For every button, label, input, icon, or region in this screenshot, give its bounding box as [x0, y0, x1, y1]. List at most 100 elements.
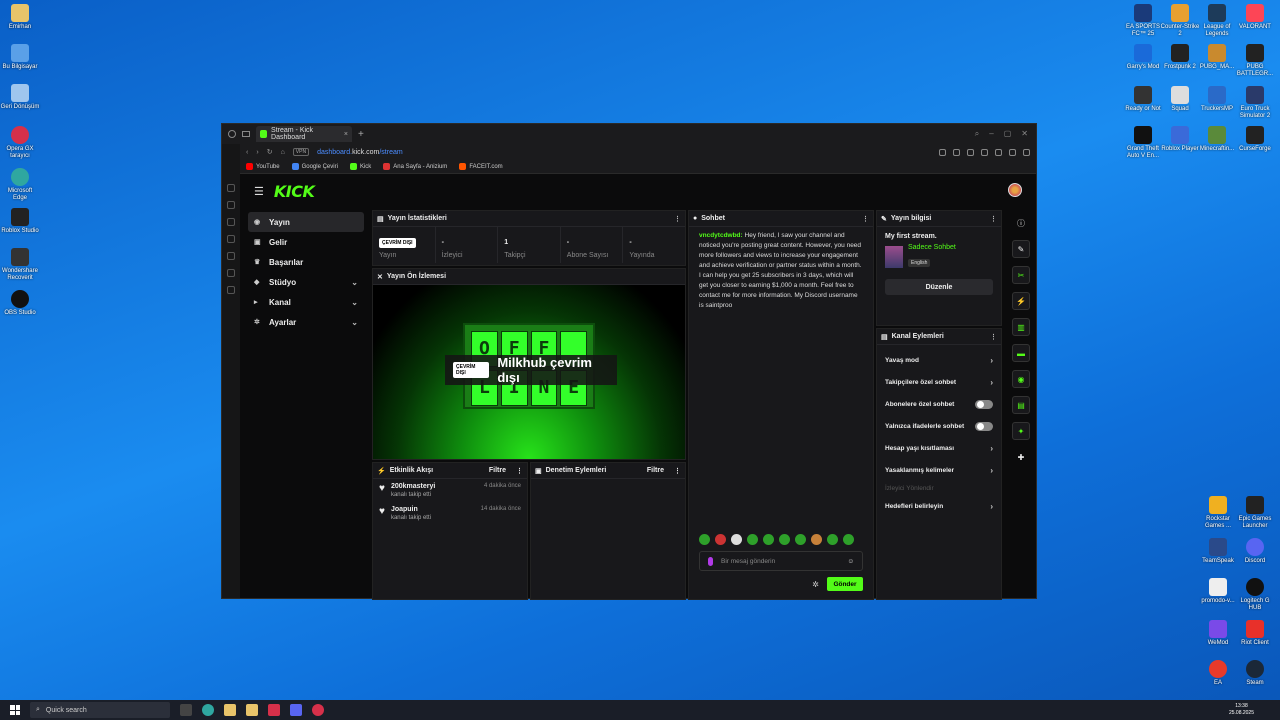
opera-gx-icon[interactable] — [268, 704, 280, 716]
desktop-icon[interactable]: Emirhan — [0, 4, 40, 31]
desktop-icon[interactable]: TeamSpeak — [1198, 538, 1238, 565]
avatar[interactable] — [1008, 183, 1022, 197]
emote-icon[interactable] — [747, 534, 758, 545]
desktop-icon[interactable]: Squad — [1160, 86, 1200, 113]
emote-icon[interactable] — [779, 534, 790, 545]
new-tab-icon[interactable]: + — [358, 129, 364, 140]
desktop-icon[interactable]: EA — [1198, 660, 1238, 687]
desktop-icon[interactable]: PUBG BATTLEGR... — [1235, 44, 1275, 78]
desktop-icon[interactable]: Bu Bilgisayar — [0, 44, 40, 71]
folder-icon[interactable] — [246, 704, 258, 716]
action-followers-only[interactable]: Takipçilere özel sohbet › — [877, 371, 1001, 393]
search-icon[interactable]: ⌕ — [975, 129, 979, 139]
search-input[interactable]: ⌕ Quick search — [30, 702, 170, 718]
pin-icon[interactable] — [939, 148, 946, 156]
discord-icon[interactable] — [290, 704, 302, 716]
action-subscribers-only[interactable]: Abonelere özel sohbet — [877, 393, 1001, 415]
back-icon[interactable]: ‹ — [246, 149, 248, 156]
wrench-icon[interactable]: ✦ — [1012, 422, 1030, 440]
tab-close-icon[interactable]: × — [344, 131, 348, 138]
pencil-icon[interactable]: ✎ — [1012, 240, 1030, 258]
toggle-switch[interactable] — [975, 421, 993, 431]
desktop-icon[interactable]: Riot Client — [1235, 620, 1275, 647]
broadcast-icon[interactable]: ◉ — [1012, 370, 1030, 388]
clock[interactable]: 13:38 25.08.2025 — [1229, 703, 1254, 717]
action-account-age[interactable]: Hesap yaşı kısıtlaması › — [877, 437, 1001, 459]
heart-icon[interactable] — [995, 148, 1002, 156]
vpn-badge[interactable]: VPN — [292, 148, 310, 156]
nav-item-kanal[interactable]: ▸ Kanal ⌄ — [248, 292, 364, 312]
emote-icon[interactable] — [843, 534, 854, 545]
chat-icon[interactable]: ▬ — [1012, 344, 1030, 362]
clip-icon[interactable]: ✂ — [1012, 266, 1030, 284]
tab-menu-icon[interactable] — [242, 131, 250, 137]
sidebar-icon[interactable] — [227, 184, 235, 192]
desktop-icon[interactable]: Rockstar Games ... — [1198, 496, 1238, 530]
desktop-icon[interactable]: promodo-v... — [1198, 578, 1238, 605]
desktop-icon[interactable]: Roblox Player — [1160, 126, 1200, 153]
trash-icon[interactable]: ▥ — [1012, 318, 1030, 336]
bookmark-kick[interactable]: Kick — [349, 163, 371, 170]
opera-icon[interactable] — [312, 704, 324, 716]
bookmark-anizium[interactable]: Ana Sayfa - Anizium — [383, 163, 447, 170]
emote-icon[interactable] — [827, 534, 838, 545]
more-icon[interactable]: ⋮ — [990, 333, 997, 341]
bookmark-youtube[interactable]: YouTube — [246, 163, 280, 170]
moderation-icon[interactable]: ▤ — [1012, 396, 1030, 414]
nav-item-ayarlar[interactable]: ✲ Ayarlar ⌄ — [248, 312, 364, 332]
bookmark-translate[interactable]: Google Çeviri — [291, 163, 338, 170]
nav-item-gelir[interactable]: ▣ Gelir — [248, 232, 364, 252]
forward-icon[interactable]: › — [256, 149, 258, 156]
desktop-icon[interactable]: Counter-Strike 2 — [1160, 4, 1200, 38]
hamburger-icon[interactable]: ☰ — [254, 185, 264, 198]
filter-button[interactable]: Filtre — [489, 467, 506, 474]
sidebar-icon[interactable] — [227, 201, 235, 209]
tab-stream[interactable]: Stream - Kick Dashboard × — [256, 126, 352, 142]
opera-icon[interactable] — [228, 130, 236, 138]
emote-icon[interactable] — [699, 534, 710, 545]
gear-icon[interactable]: ✲ — [812, 580, 819, 589]
kick-logo[interactable]: KICK — [274, 182, 315, 201]
desktop-icon[interactable]: CurseForge — [1235, 126, 1275, 153]
edit-button[interactable]: Düzenle — [885, 279, 993, 295]
desktop-icon[interactable]: WeMod — [1198, 620, 1238, 647]
add-widget-icon[interactable]: ✚ — [1012, 448, 1030, 466]
desktop-icon[interactable]: Euro Truck Simulator 2 — [1235, 86, 1275, 120]
action-banned-words[interactable]: Yasaklanmış kelimeler › — [877, 459, 1001, 481]
maximize-icon[interactable]: ▢ — [1004, 129, 1012, 139]
emote-icon[interactable] — [715, 534, 726, 545]
more-icon[interactable]: ⋮ — [862, 215, 869, 223]
desktop-icon[interactable]: Logitech G HUB — [1235, 578, 1275, 612]
category-link[interactable]: Sadece Sohbet — [908, 244, 956, 251]
emote-icon[interactable] — [731, 534, 742, 545]
lightning-icon[interactable]: ⚡ — [1012, 292, 1030, 310]
desktop-icon[interactable]: Wondershare Recoverit — [0, 248, 40, 282]
action-emotes-only[interactable]: Yalnızca ifadelerle sohbet — [877, 415, 1001, 437]
nav-item-yayin[interactable]: ◉ Yayın — [248, 212, 364, 232]
emote-icon[interactable] — [811, 534, 822, 545]
desktop-icon[interactable]: Geri Dönüşüm — [0, 84, 40, 111]
url-field[interactable]: dashboard.kick.com/stream — [317, 149, 403, 156]
sidebar-icon[interactable] — [227, 286, 235, 294]
desktop-icon[interactable]: PUBG_MA... — [1197, 44, 1237, 71]
desktop-icon[interactable]: EA SPORTS FC™ 25 — [1123, 4, 1163, 38]
snapshot-icon[interactable] — [953, 148, 960, 156]
chat-input[interactable]: Bir mesaj gönderin ☺ — [699, 551, 863, 571]
desktop-icon[interactable]: Frostpunk 2 — [1160, 44, 1200, 71]
desktop-icon[interactable]: Epic Games Launcher — [1235, 496, 1275, 530]
toggle-switch[interactable] — [975, 399, 993, 409]
sidebar-icon[interactable] — [227, 235, 235, 243]
stream-preview[interactable]: O F F L I N E ÇEVRİM DIŞI Milkhub çevrim… — [373, 285, 685, 459]
desktop-icon[interactable]: Roblox Studio — [0, 208, 40, 235]
task-view-icon[interactable] — [180, 704, 192, 716]
filter-button[interactable]: Filtre — [647, 467, 664, 474]
desktop-icon[interactable]: Discord — [1235, 538, 1275, 565]
start-button[interactable] — [10, 705, 20, 715]
sidebar-icon[interactable] — [227, 269, 235, 277]
desktop-icon[interactable]: Minecraftin... — [1197, 126, 1237, 153]
desktop-icon[interactable]: VALORANT — [1235, 4, 1275, 31]
info-icon[interactable]: ⓘ — [1012, 214, 1030, 232]
action-slow-mode[interactable]: Yavaş mod › — [877, 349, 1001, 371]
emote-icon[interactable] — [795, 534, 806, 545]
action-goals[interactable]: Hedefleri belirleyin › — [877, 495, 1001, 517]
